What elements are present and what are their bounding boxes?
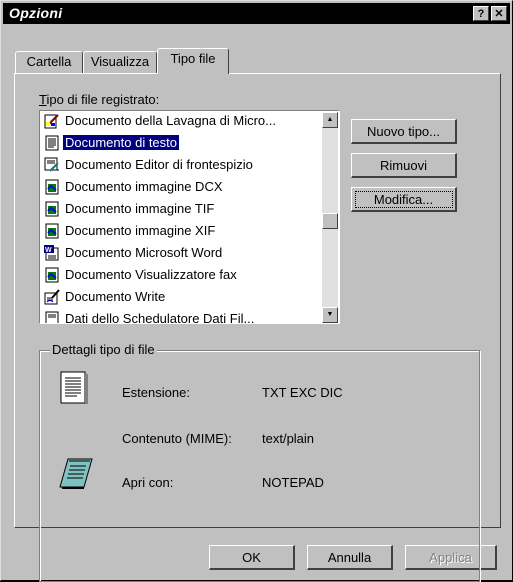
new-type-button[interactable]: Nuovo tipo... bbox=[351, 119, 457, 144]
extension-label: Estensione: bbox=[122, 385, 190, 400]
word-document-icon: W bbox=[44, 245, 59, 261]
image-document-icon bbox=[45, 179, 59, 195]
list-item[interactable]: Documento della Lavagna di Micro... bbox=[42, 111, 318, 132]
mime-value: text/plain bbox=[262, 431, 315, 446]
tab-tipo-file[interactable]: Tipo file bbox=[157, 48, 229, 74]
file-type-list[interactable]: Documento della Lavagna di Micro... Docu… bbox=[39, 110, 340, 324]
details-title: Dettagli tipo di file bbox=[50, 342, 157, 357]
scroll-down-button[interactable]: ▼ bbox=[322, 307, 338, 323]
list-item-label: Dati dello Schedulatore Dati Fil... bbox=[65, 311, 255, 324]
list-item-label: Documento immagine TIF bbox=[65, 201, 215, 216]
image-document-icon bbox=[45, 267, 59, 283]
list-item[interactable]: Documento immagine DCX bbox=[42, 176, 318, 198]
remove-button[interactable]: Rimuovi bbox=[351, 153, 457, 178]
extension-value: TXT EXC DIC bbox=[262, 385, 343, 400]
file-types-label: Tipo di file registrato: bbox=[39, 92, 159, 107]
open-with-label: Apri con: bbox=[122, 475, 174, 490]
close-button[interactable]: ✕ bbox=[491, 6, 507, 21]
list-item[interactable]: Documento immagine XIF bbox=[42, 220, 318, 242]
modify-button[interactable]: Modifica... bbox=[351, 187, 457, 212]
list-item[interactable]: Documento Editor di frontespizio bbox=[42, 154, 318, 176]
help-button[interactable]: ? bbox=[473, 6, 489, 21]
image-document-icon bbox=[45, 201, 59, 217]
notepad-icon bbox=[59, 458, 93, 489]
svg-text:W: W bbox=[45, 247, 52, 254]
list-item-label: Documento di testo bbox=[63, 135, 180, 150]
list-item-label: Documento Microsoft Word bbox=[65, 245, 223, 260]
list-item-label: Documento della Lavagna di Micro... bbox=[65, 113, 277, 128]
image-document-icon bbox=[45, 223, 59, 239]
text-document-large-icon bbox=[60, 371, 88, 404]
list-item-label: Documento immagine DCX bbox=[65, 179, 223, 194]
options-dialog: Opzioni ? ✕ Cartella Visualizza Tipo fil… bbox=[0, 0, 513, 582]
list-item-label: Documento Visualizzatore fax bbox=[65, 267, 237, 282]
paint-document-icon bbox=[44, 114, 59, 129]
scroll-thumb[interactable] bbox=[322, 213, 338, 229]
window-title: Opzioni bbox=[9, 5, 63, 21]
list-item[interactable]: Dati dello Schedulatore Dati Fil... bbox=[42, 308, 318, 324]
list-item-label: Documento Write bbox=[65, 289, 166, 304]
tab-panel: Tipo di file registrato: Documento della… bbox=[14, 73, 501, 582]
file-types-label-text: ipo di file registrato: bbox=[46, 92, 160, 107]
list-item[interactable]: Documento Visualizzatore fax bbox=[42, 264, 318, 286]
mime-label: Contenuto (MIME): bbox=[122, 431, 232, 446]
text-document-icon bbox=[45, 135, 59, 151]
cover-page-editor-icon bbox=[44, 157, 59, 172]
document-icon bbox=[45, 311, 59, 323]
title-bar[interactable]: Opzioni ? ✕ bbox=[3, 3, 510, 24]
scroll-up-button[interactable]: ▲ bbox=[322, 112, 338, 128]
list-item-label: Documento immagine XIF bbox=[65, 223, 216, 238]
list-item[interactable]: Documento Write bbox=[42, 286, 318, 308]
list-scrollbar[interactable]: ▲ ▼ bbox=[322, 112, 338, 323]
list-item-label: Documento Editor di frontespizio bbox=[65, 157, 253, 172]
tab-visualizza[interactable]: Visualizza bbox=[83, 51, 157, 73]
tab-cartella[interactable]: Cartella bbox=[15, 51, 83, 73]
open-with-value: NOTEPAD bbox=[262, 475, 324, 490]
list-item[interactable]: W Documento Microsoft Word bbox=[42, 242, 318, 264]
list-item[interactable]: Documento immagine TIF bbox=[42, 198, 318, 220]
write-document-icon bbox=[44, 289, 60, 305]
list-item-selected[interactable]: Documento di testo bbox=[42, 132, 318, 154]
file-type-details-group: Dettagli tipo di file Estensione: TXT EX… bbox=[39, 342, 480, 582]
